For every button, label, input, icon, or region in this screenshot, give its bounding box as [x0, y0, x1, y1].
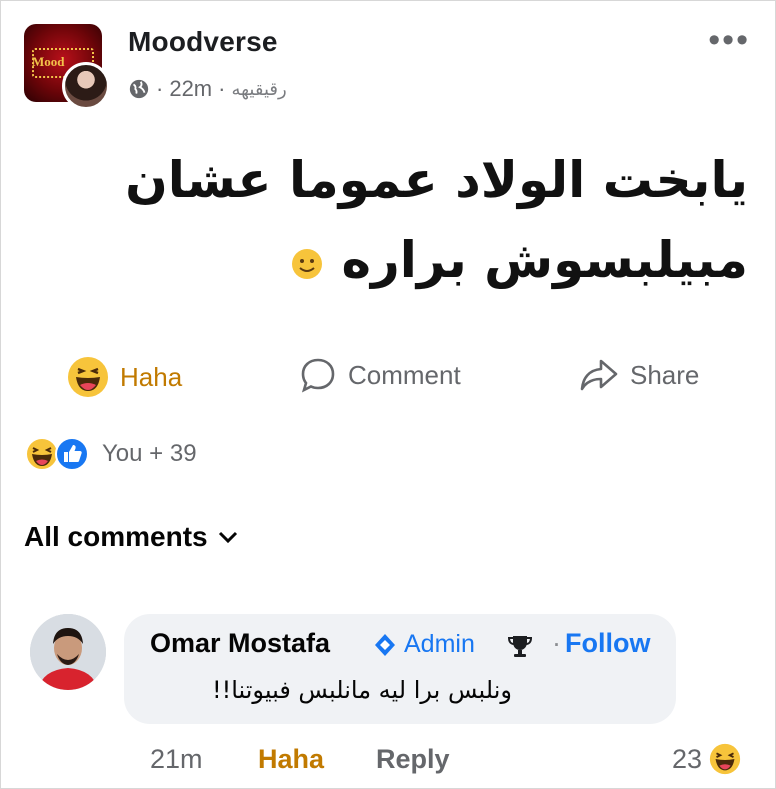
post-text-line2: مبيلبسوش براره — [341, 231, 748, 289]
all-comments-label: All comments — [24, 521, 208, 552]
share-button[interactable]: Share — [578, 355, 699, 395]
reaction-summary[interactable]: You + 39 — [24, 436, 197, 472]
like-reaction-icon — [55, 437, 89, 471]
commenter-name[interactable]: Omar Mostafa — [150, 628, 330, 659]
share-icon — [580, 359, 618, 391]
post-text-line1: يابخت الولاد عموما عشان — [125, 151, 748, 209]
comment-icon — [301, 358, 335, 393]
commenter-avatar[interactable] — [30, 614, 106, 690]
post-text: يابخت الولاد عموما عشان مبيلبسوش براره — [48, 140, 748, 300]
more-options-icon[interactable]: ••• — [708, 23, 750, 57]
reaction-summary-text: You + 39 — [102, 440, 197, 467]
page-avatar[interactable]: Mood — [24, 24, 110, 110]
admin-label: Admin — [404, 630, 475, 658]
commenter-photo — [30, 614, 106, 690]
page-name[interactable]: Moodverse — [128, 26, 278, 58]
haha-button[interactable]: Haha — [66, 355, 182, 399]
follow-dot: · — [552, 628, 561, 658]
all-comments-dropdown[interactable]: All comments — [24, 521, 240, 553]
follow-button[interactable]: · Follow — [552, 628, 650, 659]
comment-time[interactable]: 21m — [150, 744, 203, 775]
post-text-line2-row: مبيلبسوش براره — [48, 220, 748, 300]
admin-shield-icon — [375, 633, 395, 656]
comment-reaction-number: 23 — [672, 743, 703, 774]
admin-badge: Admin — [372, 630, 475, 659]
post-meta: · 22m · رقيقيهه — [128, 76, 287, 102]
meta-separator: · — [218, 76, 226, 101]
author-avatar — [62, 62, 110, 110]
comment-haha-button[interactable]: Haha — [258, 744, 324, 775]
post-time[interactable]: 22m — [169, 76, 212, 102]
logo-text: Mood — [32, 54, 65, 69]
haha-label: Haha — [120, 361, 183, 392]
smile-emoji-icon — [292, 248, 323, 279]
comment-button[interactable]: Comment — [298, 355, 461, 395]
follow-label: Follow — [565, 628, 651, 658]
comment-label: Comment — [348, 359, 461, 390]
haha-reaction-icon — [709, 743, 741, 775]
meta-separator: · — [156, 76, 164, 101]
comment-reply-button[interactable]: Reply — [376, 744, 450, 775]
globe-icon — [129, 79, 149, 99]
chevron-down-icon — [218, 531, 237, 544]
share-label: Share — [630, 359, 700, 390]
trophy-icon — [507, 636, 533, 657]
haha-emoji-icon — [68, 357, 108, 397]
comment-reaction-count[interactable]: 23 — [672, 742, 742, 776]
author-signature: رقيقيهه — [231, 78, 287, 100]
comment-text: ونلبس برا ليه مانلبس فبيوتنا!! — [211, 676, 512, 704]
